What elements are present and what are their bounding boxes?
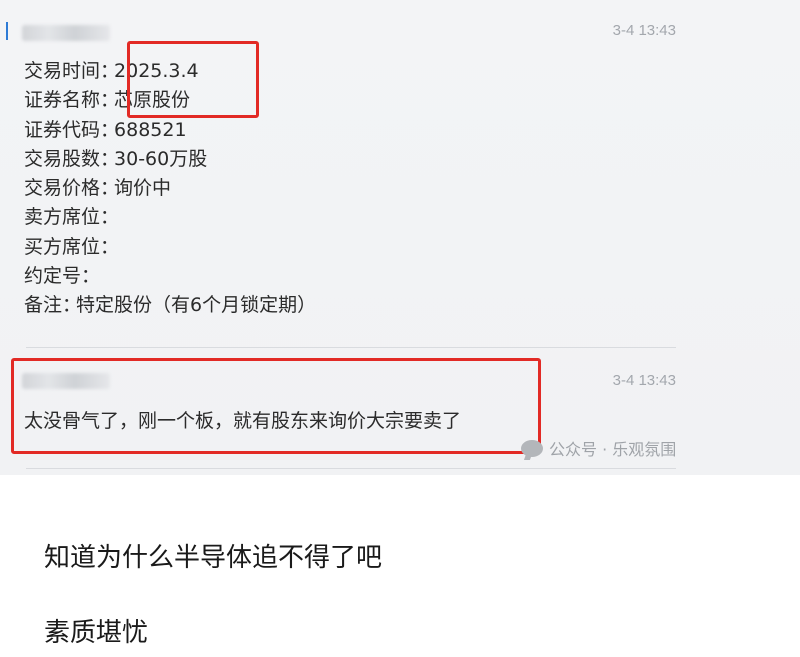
highlight-box-message <box>11 358 541 454</box>
field-separator: ： <box>100 206 120 229</box>
chat-panel: 3-4 13:43 交易时间：2025.3.4 证券名称：芯原股份 证券代码：6… <box>0 0 800 475</box>
field-label: 约定号 <box>24 265 82 288</box>
field-value: 688521 <box>114 118 187 141</box>
field-label: 证券代码 <box>24 118 101 141</box>
field-label: 交易时间 <box>24 60 101 82</box>
trade-field-seller-seat: 卖方席位： <box>24 203 316 232</box>
sender-name-blurred <box>22 25 110 41</box>
field-value: 询价中 <box>114 177 172 200</box>
trade-field-price: 交易价格：询价中 <box>24 174 316 203</box>
message-divider <box>26 468 676 469</box>
trade-field-shares: 交易股数：30-60万股 <box>24 145 316 174</box>
watermark-text: 公众号 · 乐观氛围 <box>549 440 677 459</box>
message-timestamp: 3-4 13:43 <box>612 22 676 39</box>
field-label: 交易价格 <box>24 177 101 200</box>
field-separator: ： <box>100 60 120 82</box>
trade-field-security-code: 证券代码：688521 <box>24 116 316 145</box>
field-separator: ： <box>100 235 120 258</box>
message-timestamp: 3-4 13:43 <box>612 372 676 389</box>
field-label: 买方席位 <box>24 235 101 258</box>
message-divider <box>26 347 676 348</box>
highlight-box-time-name <box>127 41 259 118</box>
field-separator: ： <box>100 147 120 170</box>
trade-field-agreement-no: 约定号： <box>24 262 316 291</box>
trade-field-buyer-seat: 买方席位： <box>24 233 316 262</box>
field-separator: ： <box>81 265 101 288</box>
trade-field-remark: 备注：特定股份（有6个月锁定期） <box>24 291 316 320</box>
field-value: 特定股份（有6个月锁定期） <box>76 294 317 317</box>
field-label: 卖方席位 <box>24 206 101 229</box>
field-label: 交易股数 <box>24 147 101 170</box>
field-separator: ： <box>100 89 120 112</box>
field-label: 证券名称 <box>24 89 101 112</box>
field-separator: ： <box>100 118 120 141</box>
caption-line-1: 知道为什么半导体追不得了吧 <box>44 543 383 573</box>
window-edge-marker <box>6 22 8 40</box>
field-label: 备注 <box>24 294 63 317</box>
field-separator: ： <box>62 294 82 317</box>
watermark: 公众号 · 乐观氛围 <box>521 436 676 460</box>
caption-line-2: 素质堪忧 <box>44 618 149 648</box>
field-separator: ： <box>100 177 120 200</box>
field-value: 30-60万股 <box>114 147 208 170</box>
wechat-icon <box>521 439 543 457</box>
